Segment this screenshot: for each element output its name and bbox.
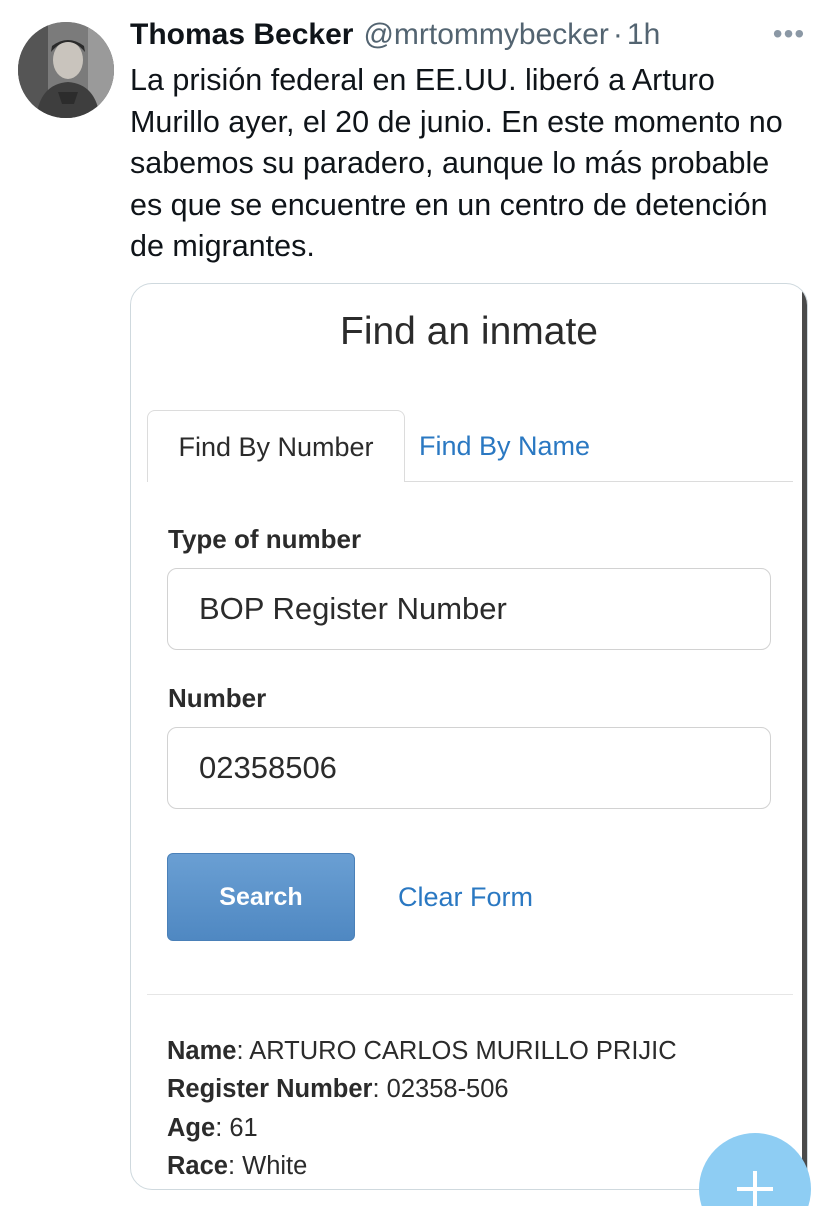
plus-icon xyxy=(737,1171,773,1206)
more-options-icon[interactable]: ••• xyxy=(772,20,806,48)
type-of-number-label: Type of number xyxy=(168,524,362,554)
result-race: Race: White xyxy=(167,1152,308,1180)
result-age: Age: 61 xyxy=(167,1114,258,1142)
user-handle[interactable]: @mrtommybecker xyxy=(363,18,608,52)
result-name-label: Name xyxy=(167,1037,237,1065)
tweet: Thomas Becker @mrtommybecker · 1h ••• La… xyxy=(0,0,828,1206)
result-register-label: Register Number xyxy=(167,1075,373,1103)
tweet-text: La prisión federal en EE.UU. liberó a Ar… xyxy=(130,63,783,263)
type-of-number-select: BOP Register Number xyxy=(167,568,771,650)
search-button: Search xyxy=(167,853,355,941)
attached-image[interactable]: Find an inmate Find By Number Find By Na… xyxy=(130,283,808,1190)
page-title: Find an inmate xyxy=(340,310,598,353)
number-label: Number xyxy=(168,683,267,713)
result-name: Name: ARTURO CARLOS MURILLO PRIJIC xyxy=(167,1037,677,1065)
result-register-value: 02358-506 xyxy=(386,1075,509,1103)
result-age-label: Age xyxy=(167,1114,216,1142)
result-name-value: ARTURO CARLOS MURILLO PRIJIC xyxy=(249,1037,677,1065)
avatar[interactable] xyxy=(18,22,114,118)
tab-find-by-number: Find By Number xyxy=(147,410,405,482)
results-divider xyxy=(147,994,793,995)
tab-find-by-name: Find By Name xyxy=(419,431,591,461)
result-register-number: Register Number: 02358-506 xyxy=(167,1075,509,1103)
timestamp[interactable]: 1h xyxy=(627,18,660,52)
tweet-header: Thomas Becker @mrtommybecker · 1h xyxy=(130,18,660,58)
display-name[interactable]: Thomas Becker xyxy=(130,18,353,52)
separator-dot: · xyxy=(612,18,623,51)
result-race-value: White xyxy=(242,1152,308,1180)
result-race-label: Race xyxy=(167,1152,228,1180)
result-age-value: 61 xyxy=(229,1114,258,1142)
image-scrollbar xyxy=(802,290,807,1180)
number-field: 02358506 xyxy=(167,727,771,809)
clear-form-link: Clear Form xyxy=(398,882,534,912)
